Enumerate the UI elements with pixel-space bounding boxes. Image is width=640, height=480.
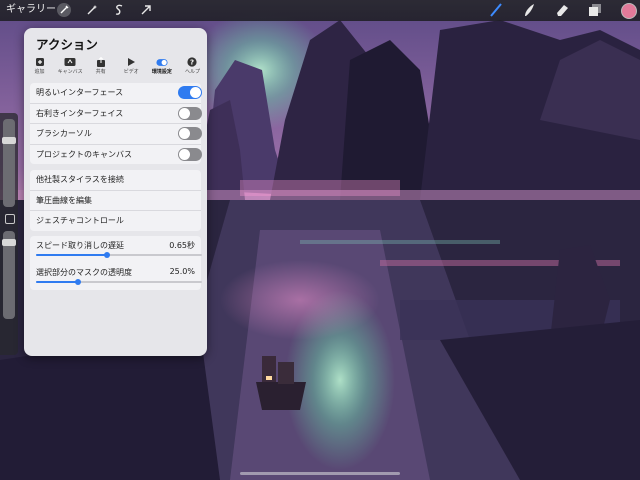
project-canvas-toggle[interactable] [178, 147, 202, 161]
wrench-icon[interactable] [56, 2, 72, 18]
undo-delay-value: 0.65秒 [169, 241, 195, 250]
toggle-row-right-hand-interface: 右利きインターフェイス [30, 104, 202, 124]
toggle-row-project-canvas: プロジェクトのキャンバス [30, 145, 202, 165]
tab-help[interactable]: ? ヘルプ [181, 57, 204, 77]
actions-panel: アクション 追加 キャンバス 共有 ビデオ 環境設定 ? ヘルプ 明るいインター… [24, 28, 207, 356]
modify-button[interactable] [5, 214, 15, 224]
video-icon [125, 57, 137, 67]
eraser-icon[interactable] [554, 2, 570, 18]
connect-stylus-link[interactable]: 他社製スタイラスを接続 [30, 170, 201, 191]
tab-share[interactable]: 共有 [89, 57, 112, 77]
settings-links-group: 他社製スタイラスを接続 筆圧曲線を編集 ジェスチャコントロール [30, 170, 201, 231]
light-interface-toggle[interactable] [178, 86, 202, 99]
help-icon: ? [186, 57, 198, 67]
home-indicator [240, 472, 400, 475]
toggle-row-brush-cursor: ブラシカーソル [30, 124, 202, 145]
brush-size-slider[interactable] [2, 119, 16, 207]
tab-preferences[interactable]: 環境設定 [150, 57, 173, 77]
layers-icon[interactable] [587, 2, 603, 18]
gallery-button[interactable]: ギャラリー [6, 3, 56, 17]
magic-wand-icon[interactable] [84, 2, 100, 18]
brush-size-handle[interactable] [2, 137, 16, 144]
edit-pressure-curve-link[interactable]: 筆圧曲線を編集 [30, 191, 201, 211]
left-sidebar [0, 113, 18, 355]
gesture-controls-link[interactable]: ジェスチャコントロール [30, 211, 201, 231]
top-toolbar: ギャラリー [0, 0, 640, 21]
smudge-icon[interactable] [521, 2, 537, 18]
mask-opacity-value: 25.0% [169, 267, 195, 276]
undo-delay-thumb[interactable] [104, 252, 111, 258]
mask-opacity-thumb[interactable] [74, 279, 81, 285]
tab-video[interactable]: ビデオ [120, 57, 143, 77]
brush-opacity-handle[interactable] [2, 239, 16, 246]
preference-sliders-group: スピード取り消しの遅延 0.65秒 選択部分のマスクの透明度 25.0% [30, 236, 202, 290]
actions-tabs: 追加 キャンバス 共有 ビデオ 環境設定 ? ヘルプ [28, 57, 204, 77]
tab-canvas[interactable]: キャンバス [58, 57, 83, 77]
brush-icon[interactable] [488, 2, 504, 18]
brush-opacity-slider[interactable] [2, 231, 16, 319]
undo-delay-slider[interactable] [36, 252, 202, 258]
interface-toggles-group: 明るいインターフェース 右利きインターフェイス ブラシカーソル プロジェクトのキ… [30, 83, 202, 165]
tab-add[interactable]: 追加 [28, 57, 51, 77]
mask-opacity-slider[interactable] [36, 279, 202, 285]
share-icon [95, 57, 107, 67]
panel-title: アクション [36, 37, 98, 52]
transform-arrow-icon[interactable] [138, 2, 154, 18]
brush-cursor-toggle[interactable] [178, 127, 202, 140]
add-icon [34, 57, 46, 67]
right-hand-interface-toggle[interactable] [178, 106, 202, 120]
color-swatch[interactable] [621, 3, 637, 19]
toggle-row-light-interface: 明るいインターフェース [30, 83, 202, 104]
selection-s-icon[interactable] [111, 2, 127, 18]
svg-text:?: ? [190, 59, 194, 67]
mask-opacity-row: 選択部分のマスクの透明度 25.0% [30, 263, 202, 290]
undo-delay-row: スピード取り消しの遅延 0.65秒 [30, 236, 202, 263]
prefs-toggle-icon [156, 57, 168, 67]
canvas-icon [64, 57, 76, 67]
